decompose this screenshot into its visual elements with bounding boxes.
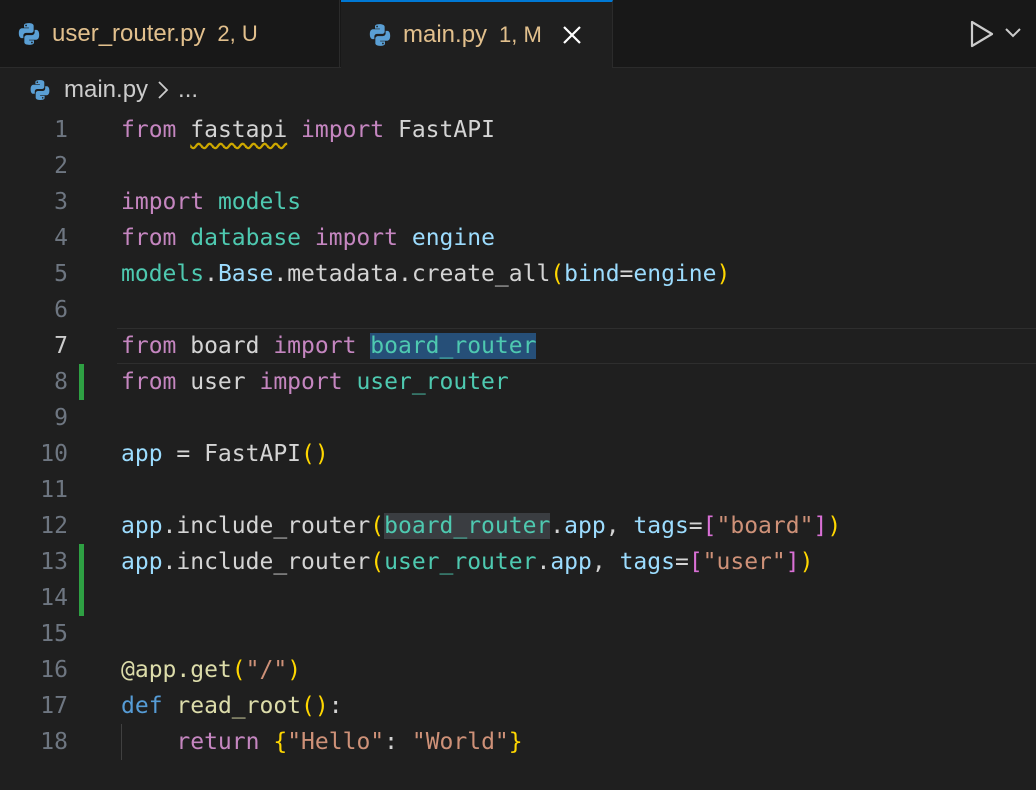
line-number: 15 [40,621,68,647]
code-text: import models [121,189,302,215]
tab-bar: user_router.py 2, U main.py 1, M [0,0,1036,68]
line-number: 1 [54,117,68,143]
close-icon[interactable] [560,23,584,47]
line-number: 14 [40,585,68,611]
code-line: 4 from database import engine [0,220,1036,256]
code-line: 13 app.include_router(user_router.app, t… [0,544,1036,580]
python-icon [30,80,50,100]
breadcrumb-file[interactable]: main.py [64,76,148,104]
line-number: 6 [54,297,68,323]
line-number: 16 [40,657,68,683]
run-icon[interactable] [966,18,996,50]
code-line: 15 [0,616,1036,652]
code-line: 2 [0,148,1036,184]
chevron-right-icon [158,81,169,99]
line-number: 9 [54,405,68,431]
code-line: 5 models.Base.metadata.create_all(bind=e… [0,256,1036,292]
tab-label: user_router.py [52,20,206,47]
tab-user-router[interactable]: user_router.py 2, U [0,0,340,68]
line-number: 12 [40,513,68,539]
code-text: from board import board_router [121,333,537,359]
line-number: 10 [40,441,68,467]
code-line: 7 from board import board_router [0,328,1036,364]
code-text: return {"Hello": "World"} [176,729,523,755]
tab-problem-badge: 1, M [499,22,542,47]
breadcrumb: main.py ... [0,68,1036,112]
python-icon [369,24,391,46]
code-line: 3 import models [0,184,1036,220]
code-text: app = FastAPI() [121,441,329,467]
code-text: def read_root(): [121,693,343,719]
code-text: from user import user_router [121,369,509,395]
code-line: 8 from user import user_router [0,364,1036,400]
code-line: 9 [0,400,1036,436]
line-number: 7 [54,333,68,359]
code-text: app.include_router(user_router.app, tags… [121,549,814,575]
tab-problem-badge: 2, U [217,21,258,46]
code-text: from fastapi import FastAPI [121,117,495,143]
line-number: 8 [54,369,68,395]
code-text: app.include_router(board_router.app, tag… [121,513,842,539]
code-editor[interactable]: 1 from fastapi import FastAPI 2 3 import… [0,112,1036,790]
code-line: 18 return {"Hello": "World"} [0,724,1036,760]
code-line: 14 [0,580,1036,616]
code-line: 16 @app.get("/") [0,652,1036,688]
tab-main[interactable]: main.py 1, M [341,0,613,68]
python-icon [18,23,40,45]
code-text: @app.get("/") [121,657,302,683]
code-line: 6 [0,292,1036,328]
code-line: 10 app = FastAPI() [0,436,1036,472]
line-number: 3 [54,189,68,215]
tab-label: main.py [403,21,488,48]
code-line: 17 def read_root(): [0,688,1036,724]
code-text: from database import engine [121,225,495,251]
line-number: 2 [54,153,68,179]
code-line: 12 app.include_router(board_router.app, … [0,508,1036,544]
code-line: 1 from fastapi import FastAPI [0,112,1036,148]
chevron-down-icon[interactable] [1004,26,1022,40]
breadcrumb-more[interactable]: ... [178,76,198,104]
code-line: 11 [0,472,1036,508]
line-number: 4 [54,225,68,251]
line-number: 5 [54,261,68,287]
code-text: models.Base.metadata.create_all(bind=eng… [121,261,731,287]
line-number: 17 [40,693,68,719]
line-number: 18 [40,729,68,755]
line-number: 13 [40,549,68,575]
line-number: 11 [40,477,68,503]
